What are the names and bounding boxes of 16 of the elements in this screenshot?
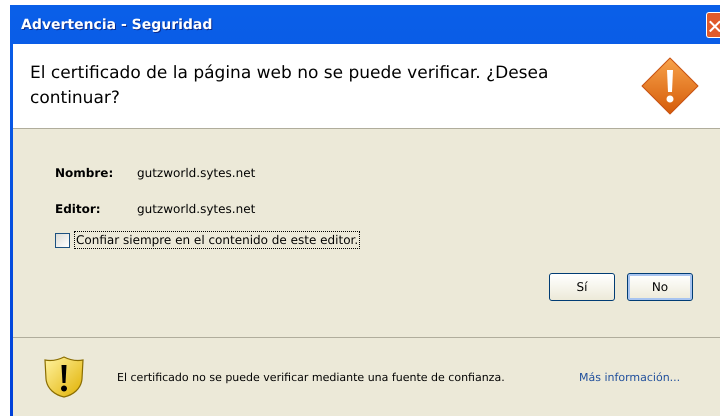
window-title: Advertencia - Seguridad [21, 16, 212, 32]
field-value: gutzworld.sytes.net [137, 202, 256, 216]
field-label: Nombre: [55, 166, 114, 180]
close-button[interactable] [706, 12, 720, 38]
field-value: gutzworld.sytes.net [137, 166, 256, 180]
close-icon [707, 18, 720, 32]
checkbox[interactable] [55, 232, 70, 248]
no-button[interactable]: No [627, 273, 693, 301]
warning-icon [640, 56, 700, 116]
yes-button[interactable]: Sí [549, 273, 615, 301]
shield-icon [42, 355, 86, 399]
footer-message: El certificado no se puede verificar mediante una fuente de confianza. [117, 370, 506, 384]
field-label: Editor: [55, 202, 102, 216]
more-info-link[interactable]: Más información... [579, 370, 680, 384]
warning-message: El certificado de la página web no se puede verificar. ¿Desea continuar? [30, 62, 550, 110]
checkbox-label[interactable]: Confiar siempre en el contenido de este editor. [74, 231, 360, 249]
